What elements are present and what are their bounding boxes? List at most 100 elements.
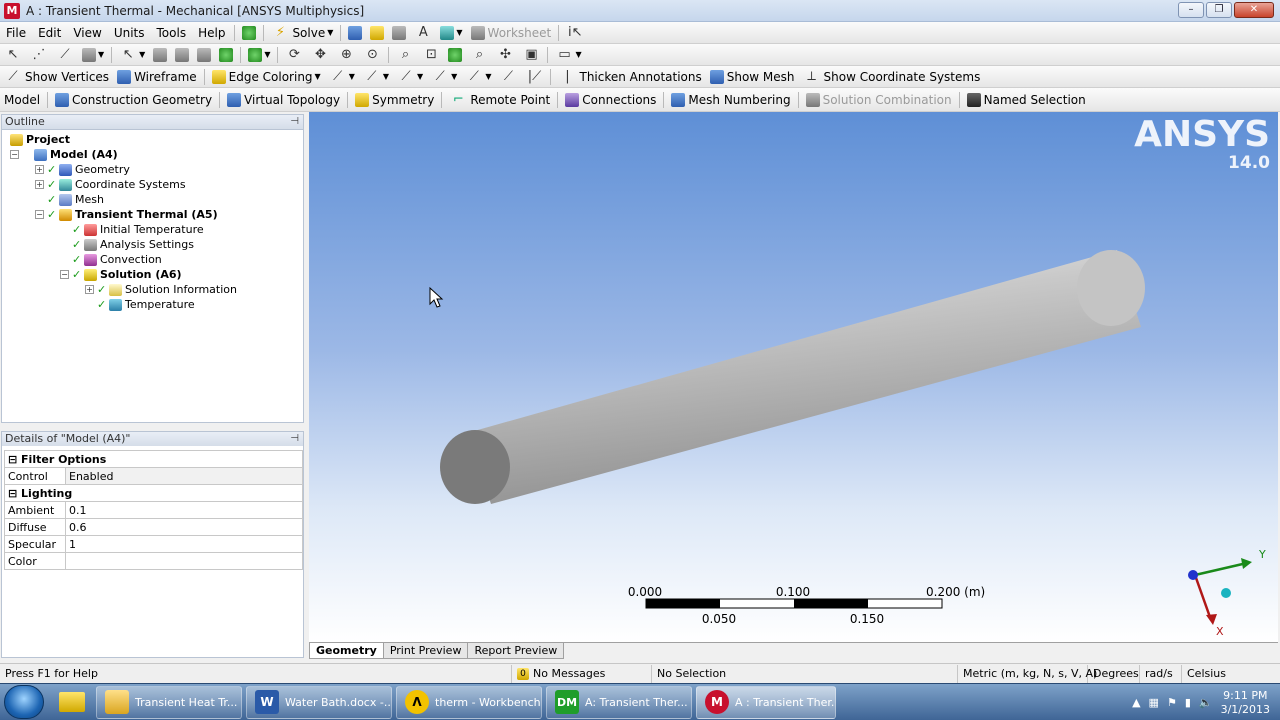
remote-point-button[interactable]: ⌐ Remote Point: [445, 90, 554, 110]
detail-row-control[interactable]: Control Enabled: [4, 467, 303, 485]
task-explorer[interactable]: Transient Heat Tr...: [96, 685, 242, 719]
detail-value[interactable]: Enabled: [65, 467, 303, 485]
edge-display-2-button[interactable]: ⟋ ▼: [359, 67, 393, 87]
mesh-numbering-button[interactable]: Mesh Numbering: [667, 90, 794, 110]
tree-item-transient-thermal[interactable]: − ✓ Transient Thermal (A5): [35, 207, 218, 222]
wireframe-button[interactable]: Wireframe: [113, 67, 201, 87]
zoom-button[interactable]: ⊕: [333, 45, 359, 65]
network-icon[interactable]: ▦: [1149, 696, 1159, 709]
select-vertex-button[interactable]: ⋰: [26, 45, 52, 65]
expand-icon[interactable]: +: [85, 285, 94, 294]
thicken-annotations-button[interactable]: | Thicken Annotations: [554, 67, 705, 87]
tree-item-initial-temperature[interactable]: ✓ Initial Temperature: [72, 222, 204, 237]
tree-item-project[interactable]: Project: [10, 132, 70, 147]
select-face-button[interactable]: ▼: [78, 45, 108, 65]
tab-geometry[interactable]: Geometry: [309, 643, 384, 659]
pin-icon[interactable]: ⊣: [290, 115, 299, 129]
task-mechanical[interactable]: M A : Transient Ther...: [696, 685, 836, 719]
tree-item-coordinate-systems[interactable]: + ✓ Coordinate Systems: [35, 177, 186, 192]
magnifier-window-button[interactable]: ⊡: [418, 45, 444, 65]
image-button[interactable]: ▼: [436, 23, 466, 43]
set-view-button[interactable]: ▣: [518, 45, 544, 65]
check-button[interactable]: [238, 23, 260, 43]
cylinder-end-face[interactable]: [440, 430, 510, 504]
tree-item-solution-information[interactable]: + ✓ Solution Information: [85, 282, 237, 297]
coordinate-triad[interactable]: Y X: [1188, 548, 1266, 638]
detail-row-color[interactable]: Color: [4, 552, 303, 570]
select-faces-button[interactable]: [193, 45, 215, 65]
volume-icon[interactable]: 🔈: [1199, 696, 1213, 709]
box-zoom-button[interactable]: ⊙: [359, 45, 385, 65]
edge-display-1-button[interactable]: ⟋ ▼: [325, 67, 359, 87]
new-annotation-button[interactable]: [366, 23, 388, 43]
minimize-button[interactable]: –: [1178, 2, 1204, 18]
solve-button[interactable]: ⚡ Solve ▼: [267, 23, 337, 43]
symmetry-button[interactable]: Symmetry: [351, 90, 438, 110]
edge-display-4-button[interactable]: ⟋ ▼: [427, 67, 461, 87]
next-view-button[interactable]: ⌕: [466, 45, 492, 65]
status-degrees[interactable]: Degrees: [1088, 664, 1140, 683]
status-units[interactable]: Metric (m, kg, N, s, V, A): [958, 664, 1097, 683]
tree-item-solution[interactable]: − ✓ Solution (A6): [60, 267, 182, 282]
collapse-icon[interactable]: ⊟: [8, 453, 21, 466]
show-hidden-icons-icon[interactable]: ▲: [1132, 696, 1140, 709]
detail-value[interactable]: 0.1: [65, 501, 303, 519]
edge-display-7-button[interactable]: |⟋: [521, 67, 547, 87]
collapse-icon[interactable]: −: [35, 210, 44, 219]
detail-row-ambient[interactable]: Ambient 0.1: [4, 501, 303, 519]
construction-geometry-button[interactable]: Construction Geometry: [51, 90, 216, 110]
task-word[interactable]: W Water Bath.docx -...: [246, 685, 392, 719]
menu-view[interactable]: View: [67, 26, 107, 40]
select-mode-button[interactable]: ↖: [0, 45, 26, 65]
edge-coloring-button[interactable]: Edge Coloring ▼: [208, 67, 325, 87]
menu-edit[interactable]: Edit: [32, 26, 67, 40]
select-bodies-button[interactable]: [215, 45, 237, 65]
group-lighting[interactable]: ⊟ Lighting: [4, 484, 303, 502]
single-select-button[interactable]: ↖ ▼: [115, 45, 149, 65]
select-edge-button[interactable]: ⟋: [52, 45, 78, 65]
menu-help[interactable]: Help: [192, 26, 231, 40]
collapse-icon[interactable]: ⊟: [8, 487, 21, 500]
status-rads[interactable]: rad/s: [1140, 664, 1182, 683]
select-edges-button[interactable]: [171, 45, 193, 65]
clock[interactable]: 9:11 PM 3/1/2013: [1221, 689, 1270, 717]
menu-tools[interactable]: Tools: [151, 26, 193, 40]
expand-icon[interactable]: +: [35, 165, 44, 174]
expand-icon[interactable]: +: [35, 180, 44, 189]
named-selection-button[interactable]: Named Selection: [963, 90, 1090, 110]
virtual-topology-button[interactable]: Virtual Topology: [223, 90, 344, 110]
extend-selection-button[interactable]: ▼: [244, 45, 274, 65]
edge-display-6-button[interactable]: ⟋: [495, 67, 521, 87]
zoom-to-fit-button[interactable]: ⌕: [392, 45, 418, 65]
flag-icon[interactable]: ⚑: [1167, 696, 1177, 709]
new-section-plane-button[interactable]: [344, 23, 366, 43]
maximize-button[interactable]: ❐: [1206, 2, 1232, 18]
collapse-icon[interactable]: −: [10, 150, 19, 159]
show-coordinate-systems-button[interactable]: ⟂ Show Coordinate Systems: [799, 67, 985, 87]
detail-value[interactable]: 1: [65, 535, 303, 553]
select-vertices-button[interactable]: [149, 45, 171, 65]
detail-value[interactable]: [65, 552, 303, 570]
tree-item-temperature[interactable]: ✓ Temperature: [97, 297, 195, 312]
power-icon[interactable]: ▮: [1185, 696, 1191, 709]
collapse-icon[interactable]: −: [60, 270, 69, 279]
connections-button[interactable]: Connections: [561, 90, 660, 110]
pin-icon[interactable]: ⊣: [290, 432, 299, 446]
viewports-button[interactable]: ▭ ▼: [551, 45, 585, 65]
tree-item-geometry[interactable]: + ✓ Geometry: [35, 162, 130, 177]
tree-item-mesh[interactable]: ✓ Mesh: [47, 192, 104, 207]
solution-combination-button[interactable]: Solution Combination: [802, 90, 956, 110]
task-workbench[interactable]: Λtherm - Workbench: [396, 685, 542, 719]
group-filter-options[interactable]: ⊟ Filter Options: [4, 450, 303, 468]
close-button[interactable]: ✕: [1234, 2, 1274, 18]
detail-row-diffuse[interactable]: Diffuse 0.6: [4, 518, 303, 536]
status-celsius[interactable]: Celsius: [1182, 665, 1242, 683]
comment-button[interactable]: A: [410, 23, 436, 43]
rotate-button[interactable]: ⟳: [281, 45, 307, 65]
cylinder-body[interactable]: [440, 250, 1145, 504]
status-messages[interactable]: 0 No Messages: [512, 664, 652, 683]
tab-report-preview[interactable]: Report Preview: [467, 643, 565, 659]
pan-button[interactable]: ✥: [307, 45, 333, 65]
worksheet-button[interactable]: Worksheet: [467, 23, 556, 43]
previous-view-button[interactable]: [444, 45, 466, 65]
